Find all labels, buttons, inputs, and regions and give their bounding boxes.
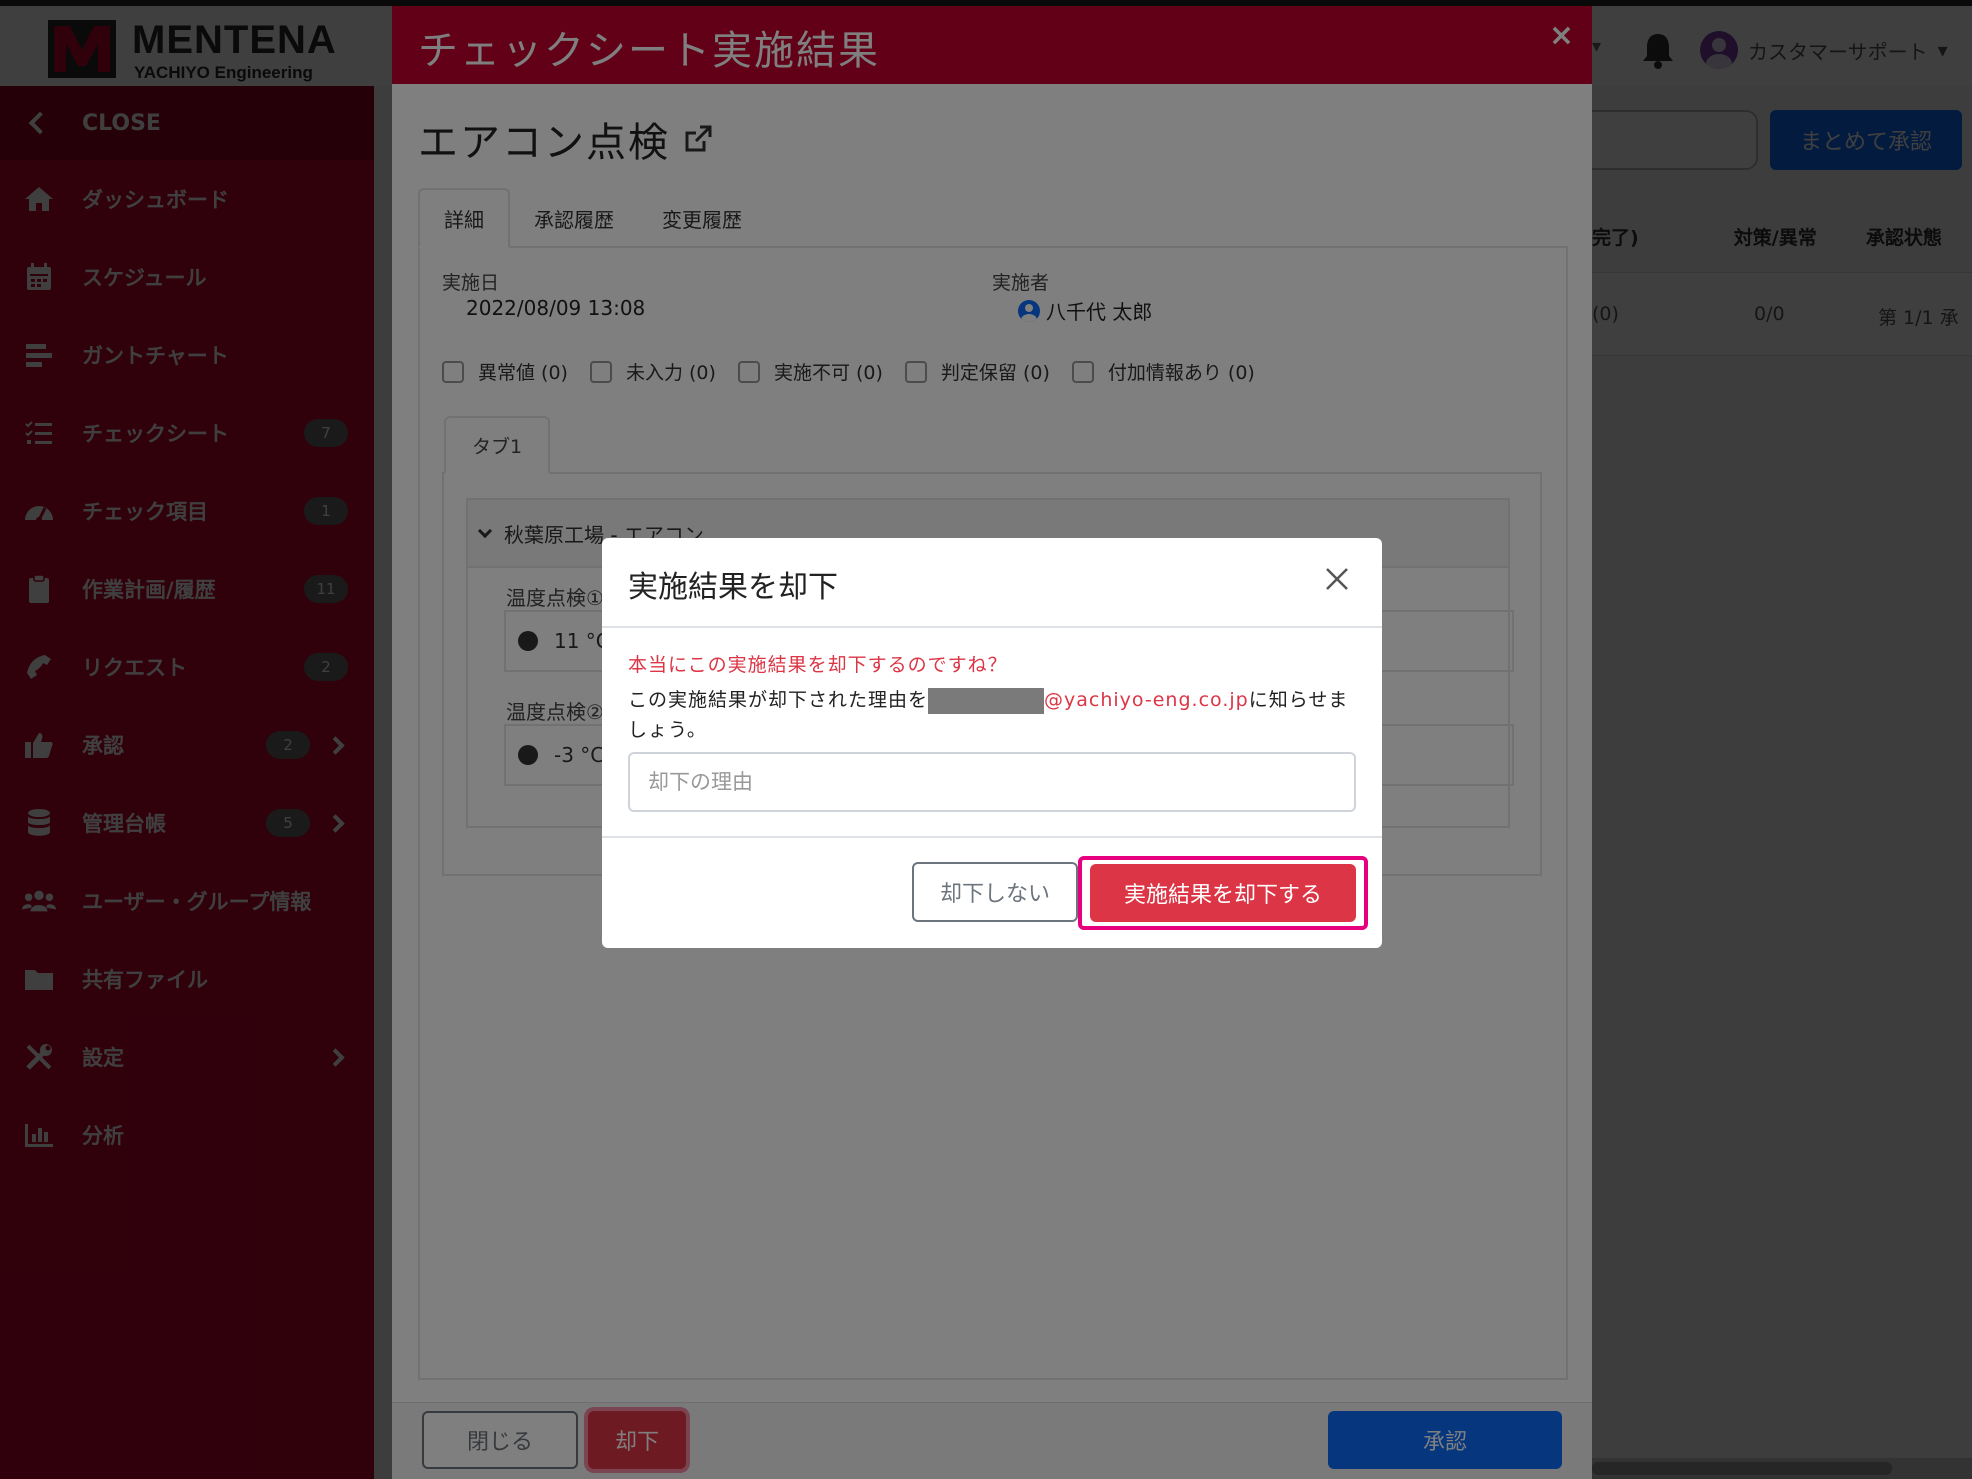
confirm-reject-button[interactable]: 実施結果を却下する	[1090, 864, 1356, 922]
cancel-reject-button[interactable]: 却下しない	[912, 862, 1078, 922]
notice-text-before: この実施結果が却下された理由を	[628, 689, 929, 711]
warning-text: 本当にこの実施結果を却下するのですね？	[628, 654, 1008, 676]
notice-text: この実施結果が却下された理由を @yachiyo-eng.co.jpに知らせましょ…	[628, 685, 1358, 745]
email-text: @yachiyo-eng.co.jp	[1044, 689, 1249, 711]
close-icon[interactable]	[1320, 562, 1354, 596]
dialog-body: 本当にこの実施結果を却下するのですね？ この実施結果が却下された理由を @yach…	[628, 650, 1358, 745]
reject-confirm-dialog: 実施結果を却下 本当にこの実施結果を却下するのですね？ この実施結果が却下された…	[602, 538, 1382, 948]
dialog-footer: 却下しない 実施結果を却下する	[602, 836, 1382, 948]
dialog-header: 実施結果を却下	[602, 538, 1382, 628]
dialog-title: 実施結果を却下	[628, 570, 838, 605]
redacted-block	[928, 687, 1045, 714]
reject-reason-input[interactable]	[628, 752, 1356, 812]
